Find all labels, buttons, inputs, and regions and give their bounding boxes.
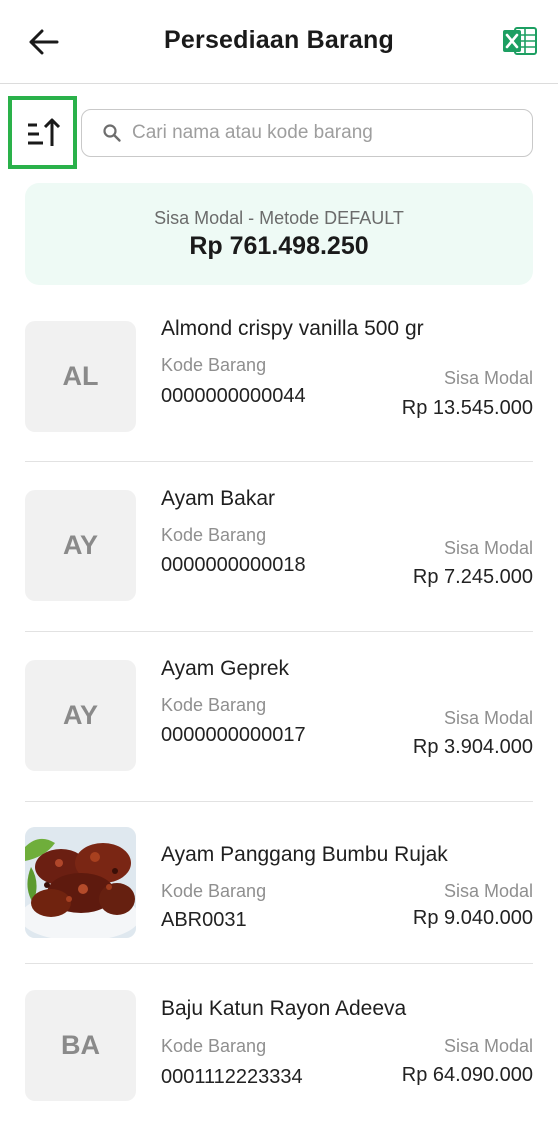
modal-label: Sisa Modal xyxy=(443,368,533,388)
excel-icon xyxy=(503,27,537,55)
summary-value: Rp 761.498.250 xyxy=(189,232,369,260)
modal-value: Rp 13.545.000 xyxy=(401,397,533,419)
app-header: Persediaan Barang xyxy=(0,0,558,84)
product-code: ABR0031 xyxy=(161,909,247,931)
search-input[interactable] xyxy=(132,122,522,144)
product-item[interactable]: AL Almond crispy vanilla 500 gr Kode Bar… xyxy=(0,296,558,462)
product-code: 0000000000018 xyxy=(161,554,306,576)
modal-label: Sisa Modal xyxy=(443,881,533,901)
modal-value: Rp 7.245.000 xyxy=(412,566,533,588)
sort-button[interactable] xyxy=(8,96,77,169)
modal-value: Rp 64.090.000 xyxy=(401,1064,533,1086)
summary-label: Sisa Modal - Metode DEFAULT xyxy=(154,208,404,228)
export-excel-button[interactable] xyxy=(502,24,538,60)
search-icon xyxy=(103,124,121,142)
product-code: 0001112223334 xyxy=(161,1066,303,1088)
product-item[interactable]: BA Baju Katun Rayon Adeeva Kode Barang 0… xyxy=(0,964,558,1123)
product-item[interactable]: Ayam Panggang Bumbu Rujak Kode Barang AB… xyxy=(0,802,558,964)
product-thumbnail: AL xyxy=(25,321,136,432)
code-label: Kode Barang xyxy=(161,695,267,715)
product-name: Ayam Bakar xyxy=(161,487,275,510)
product-name: Baju Katun Rayon Adeeva xyxy=(161,997,407,1020)
product-code: 0000000000017 xyxy=(161,724,306,746)
modal-value: Rp 3.904.000 xyxy=(412,736,533,758)
summary-card: Sisa Modal - Metode DEFAULT Rp 761.498.2… xyxy=(25,183,533,285)
product-name: Ayam Geprek xyxy=(161,657,289,680)
search-box[interactable] xyxy=(81,109,533,157)
code-label: Kode Barang xyxy=(161,355,267,375)
product-thumbnail: AY xyxy=(25,490,136,601)
product-thumbnail: BA xyxy=(25,990,136,1101)
product-code: 0000000000044 xyxy=(161,385,306,407)
modal-label: Sisa Modal xyxy=(443,538,533,558)
code-label: Kode Barang xyxy=(161,881,267,901)
code-label: Kode Barang xyxy=(161,1036,267,1056)
sort-ascending-icon xyxy=(27,118,60,146)
modal-label: Sisa Modal xyxy=(443,1036,533,1056)
product-photo xyxy=(25,827,136,938)
page-title: Persediaan Barang xyxy=(164,26,394,54)
code-label: Kode Barang xyxy=(161,525,267,545)
product-name: Ayam Panggang Bumbu Rujak xyxy=(161,843,448,866)
grilled-chicken-image xyxy=(25,827,136,938)
product-item[interactable]: AY Ayam Bakar Kode Barang 0000000000018 … xyxy=(0,462,558,632)
product-list: AL Almond crispy vanilla 500 gr Kode Bar… xyxy=(0,296,558,1123)
product-name: Almond crispy vanilla 500 gr xyxy=(161,317,424,340)
product-item[interactable]: AY Ayam Geprek Kode Barang 0000000000017… xyxy=(0,632,558,802)
modal-value: Rp 9.040.000 xyxy=(412,907,533,929)
modal-label: Sisa Modal xyxy=(443,708,533,728)
product-thumbnail: AY xyxy=(25,660,136,771)
